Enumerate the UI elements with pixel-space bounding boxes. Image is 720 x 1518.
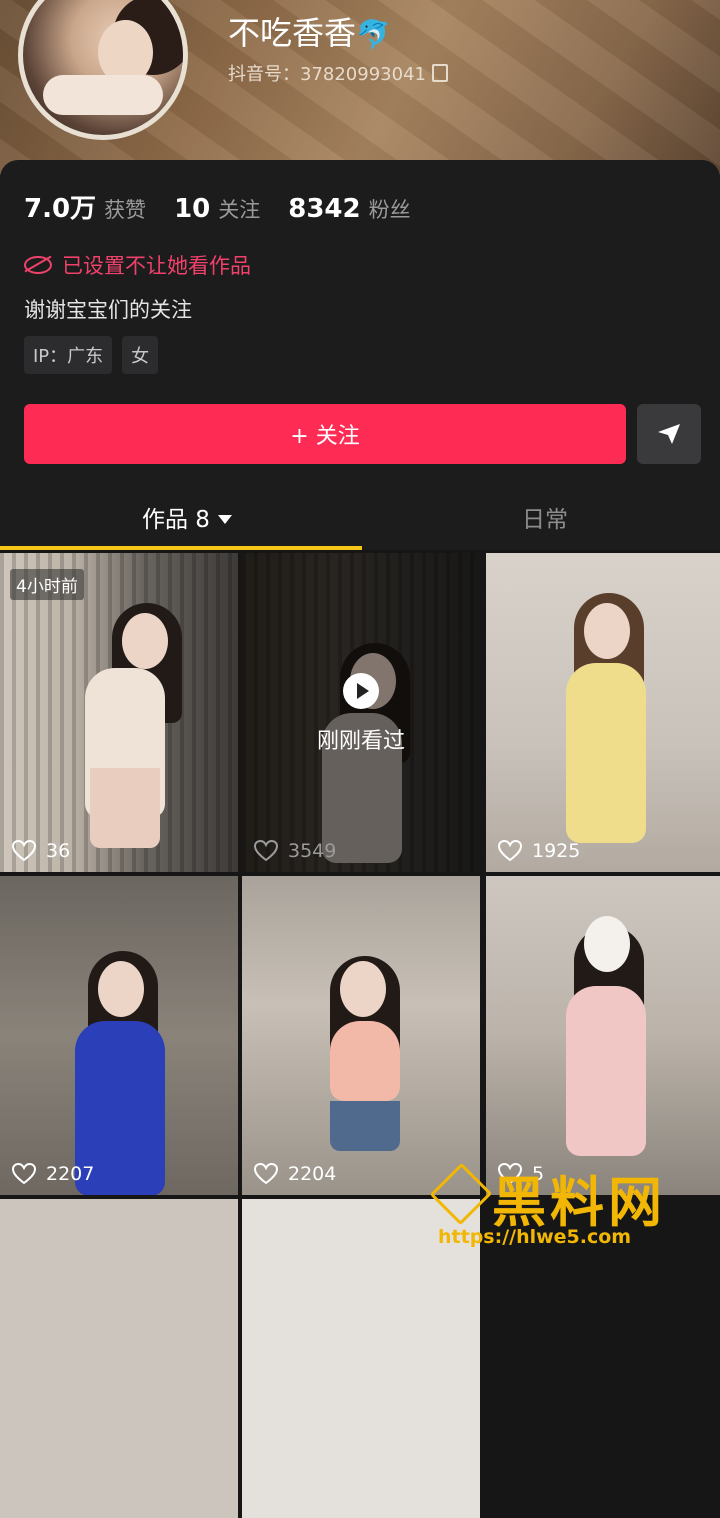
profile-bio: 谢谢宝宝们的关注 xyxy=(24,298,192,322)
profile-panel: 7.0万 获赞 10 关注 8342 粉丝 已设置不让她看作品 谢谢宝宝们的关注 IP… xyxy=(0,160,720,550)
video-thumbnail[interactable]: 2207 xyxy=(0,876,238,1195)
follow-button[interactable]: + 关注 xyxy=(24,404,626,464)
dolphin-emoji-icon: 🐬 xyxy=(356,18,391,51)
tag-ip-location: IP：广东 xyxy=(24,336,113,374)
video-thumbnail[interactable]: 4小时前 36 xyxy=(0,553,238,872)
like-count: 1925 xyxy=(498,840,580,862)
time-badge: 4小时前 xyxy=(10,569,84,600)
copy-icon[interactable] xyxy=(431,64,448,82)
tag-gender: 女 xyxy=(122,336,159,374)
profile-nickname: 不吃香香🐬 xyxy=(228,14,391,52)
tab-daily[interactable]: 日常 xyxy=(522,500,568,534)
like-count: 3549 xyxy=(254,840,336,862)
watermark-logo-icon xyxy=(429,1162,493,1226)
eye-off-icon xyxy=(24,256,52,274)
heart-icon xyxy=(254,1163,278,1185)
like-count: 2204 xyxy=(254,1163,336,1185)
stat-likes[interactable]: 7.0万 获赞 xyxy=(24,188,146,225)
profile-tags: IP：广东 女 xyxy=(24,336,159,374)
privacy-notice: 已设置不让她看作品 xyxy=(24,250,251,280)
video-thumbnail[interactable]: 刚刚看过 3549 xyxy=(242,553,480,872)
share-button[interactable] xyxy=(637,404,701,464)
caret-down-icon xyxy=(217,515,232,524)
tab-works[interactable]: 作品 8 xyxy=(142,500,232,534)
content-tabs: 作品 8 日常 xyxy=(0,490,720,550)
heart-icon xyxy=(254,840,278,862)
tab-indicator xyxy=(0,546,362,550)
play-icon xyxy=(343,673,379,709)
video-thumbnail[interactable] xyxy=(0,1199,238,1518)
video-thumbnail[interactable]: 1925 xyxy=(486,553,720,872)
site-watermark: 黑料网 https://hlwe5.com xyxy=(429,1160,715,1260)
send-icon xyxy=(658,424,680,444)
like-count: 2207 xyxy=(12,1163,94,1185)
douyin-id[interactable]: 抖音号：37820993041 xyxy=(228,60,448,86)
heart-icon xyxy=(12,840,36,862)
stat-followers[interactable]: 8342 粉丝 xyxy=(288,194,410,224)
like-count: 36 xyxy=(12,840,70,862)
profile-stats: 7.0万 获赞 10 关注 8342 粉丝 xyxy=(24,188,411,225)
stat-following[interactable]: 10 关注 xyxy=(174,194,260,224)
heart-icon xyxy=(498,840,522,862)
video-thumbnail[interactable]: 2204 xyxy=(242,876,480,1195)
heart-icon xyxy=(12,1163,36,1185)
video-thumbnail[interactable]: 5 xyxy=(486,876,720,1195)
recently-watched-overlay: 刚刚看过 xyxy=(242,673,480,755)
